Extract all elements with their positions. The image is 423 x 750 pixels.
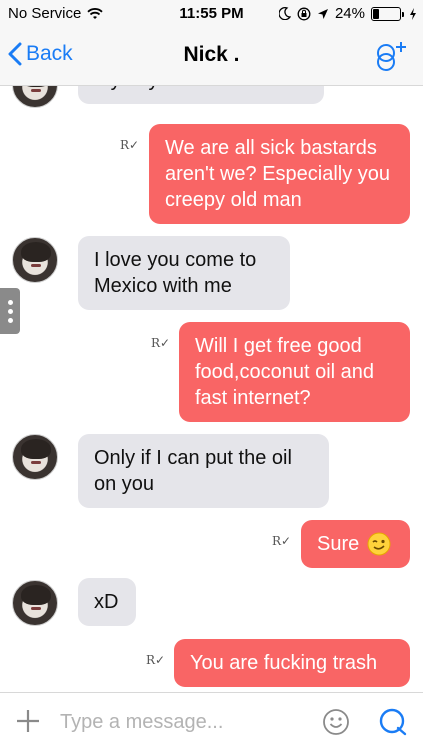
side-drawer-handle[interactable] [0, 288, 20, 334]
lock-rotation-icon [297, 7, 311, 20]
outgoing-message[interactable]: We are all sick bastards aren't we? Espe… [149, 124, 410, 224]
message-input-bar [0, 692, 423, 750]
message-input[interactable] [60, 706, 310, 738]
status-bar: No Service 11:55 PM 24% [0, 0, 423, 28]
location-icon [317, 8, 328, 19]
add-contact-icon[interactable] [373, 38, 409, 72]
incoming-message[interactable]: My boyfriend isn't real [78, 86, 324, 104]
back-button[interactable]: Back [8, 42, 73, 66]
contact-avatar[interactable] [12, 580, 58, 626]
battery-percent: 24% [334, 5, 365, 22]
back-label: Back [26, 42, 73, 65]
outgoing-message[interactable]: Will I get free good food,coconut oil an… [179, 322, 410, 422]
incoming-message[interactable]: Only if I can put the oil on you [78, 434, 329, 508]
contact-avatar[interactable] [12, 237, 58, 283]
contact-avatar[interactable] [12, 86, 58, 108]
read-receipt-icon: R✓ [272, 534, 292, 548]
emoji-icon[interactable] [322, 708, 350, 736]
winking-face-icon [367, 532, 391, 556]
outgoing-message[interactable]: Sure [301, 520, 410, 568]
chevron-left-icon [8, 42, 22, 66]
incoming-message[interactable]: I love you come to Mexico with me [78, 236, 290, 310]
contact-avatar[interactable] [12, 434, 58, 480]
status-right: 24% [278, 5, 417, 22]
read-receipt-icon: R✓ [151, 336, 171, 350]
battery-level-fill [373, 8, 380, 19]
moon-icon [278, 7, 291, 20]
read-receipt-icon: R✓ [120, 138, 140, 152]
read-receipt-icon: R✓ [146, 653, 166, 667]
message-text: Sure [317, 533, 360, 555]
incoming-message[interactable]: xD [78, 578, 136, 626]
charging-icon [410, 7, 416, 20]
nav-bar: Back Nick . [0, 28, 423, 86]
outgoing-message[interactable]: You are fucking trash [174, 639, 410, 687]
battery-icon [371, 6, 404, 21]
plus-icon[interactable] [14, 707, 42, 735]
send-icon[interactable] [378, 707, 408, 737]
chat-thread[interactable]: My boyfriend isn't real R✓ We are all si… [0, 86, 423, 692]
